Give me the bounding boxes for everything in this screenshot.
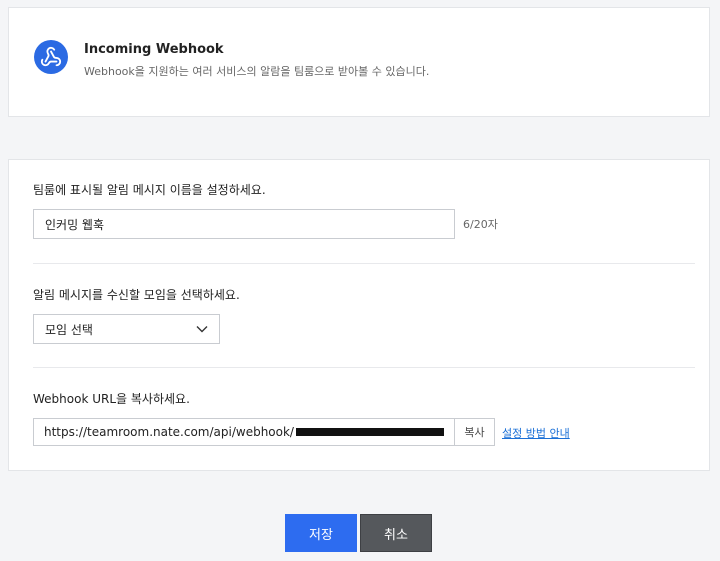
page-title: Incoming Webhook [84, 42, 224, 57]
page-subtitle: Webhook을 지원하는 여러 서비스의 알람을 팀룸으로 받아볼 수 있습니… [84, 65, 430, 78]
url-label: Webhook URL을 복사하세요. [33, 392, 190, 406]
name-label: 팀룸에 표시될 알림 메시지 이름을 설정하세요. [33, 183, 266, 197]
copy-url-button[interactable]: 복사 [455, 418, 495, 446]
webhook-name-input[interactable] [33, 209, 455, 239]
webhook-settings-form: 팀룸에 표시될 알림 메시지 이름을 설정하세요. 6/20자 알림 메시지를 … [8, 159, 710, 471]
group-select[interactable]: 모임 선택 [33, 314, 220, 344]
group-select-value: 모임 선택 [45, 322, 93, 337]
character-counter: 6/20자 [463, 218, 498, 231]
redacted-token [295, 428, 444, 436]
webhook-icon [34, 40, 68, 74]
chevron-down-icon [196, 326, 208, 333]
webhook-url-field[interactable]: https://teamroom.nate.com/api/webhook/ [33, 418, 455, 446]
section-divider [33, 367, 695, 368]
webhook-header-card: Incoming Webhook Webhook을 지원하는 여러 서비스의 알… [8, 7, 710, 117]
section-divider [33, 263, 695, 264]
save-button[interactable]: 저장 [285, 514, 357, 552]
cancel-button[interactable]: 취소 [360, 514, 432, 552]
group-label: 알림 메시지를 수신할 모임을 선택하세요. [33, 288, 240, 302]
webhook-url-text: https://teamroom.nate.com/api/webhook/ [44, 425, 294, 439]
setup-guide-link[interactable]: 설정 방법 안내 [502, 425, 570, 441]
